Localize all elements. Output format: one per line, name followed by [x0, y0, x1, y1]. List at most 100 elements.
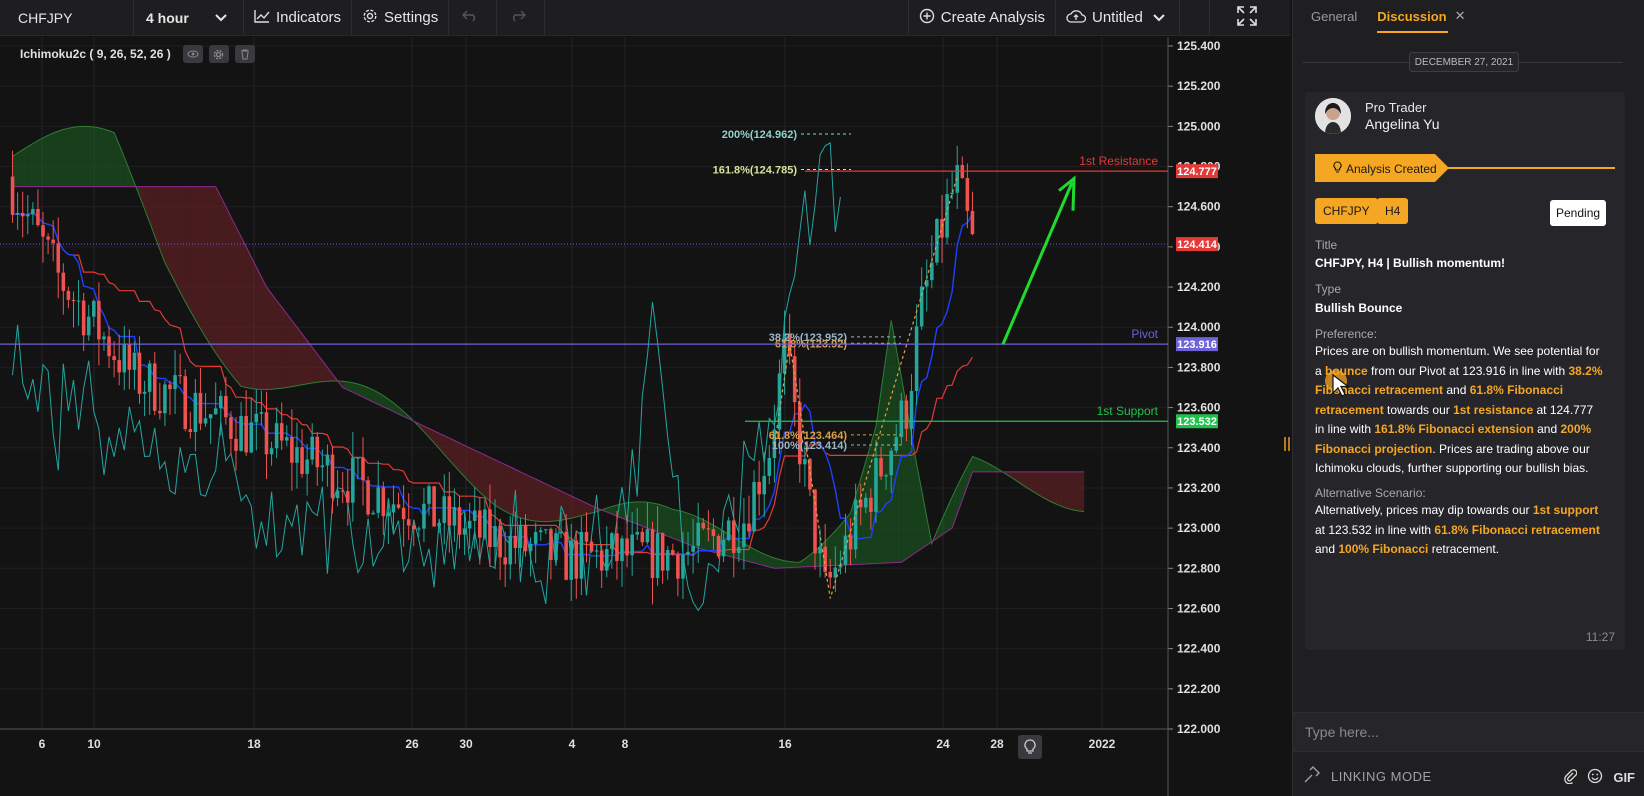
candle-body [335, 490, 340, 499]
interval-selector[interactable]: 4 hour [134, 0, 244, 36]
fullscreen-icon [1237, 5, 1263, 30]
candle-body [239, 416, 243, 451]
candle-body [92, 300, 96, 317]
panel-resize-handle[interactable] [1284, 437, 1290, 451]
candle-body [599, 550, 604, 571]
y-tick-label: 123.000 [1177, 521, 1221, 535]
price-tag-value: 123.916 [1177, 339, 1217, 351]
undo-button[interactable] [449, 0, 498, 36]
candle-body [320, 465, 325, 468]
price-chart[interactable]: 6 10 18 26 30 4 8 16 24 28 2022 125.400 125.200 125.0… [0, 37, 1290, 796]
candle-body [422, 503, 426, 529]
candle-body [229, 417, 233, 439]
app-root: CHFJPY 4 hour Indicators Settings Create… [0, 0, 1644, 796]
candle-body [66, 290, 71, 300]
candle-body [310, 436, 314, 460]
undo-icon [461, 9, 484, 26]
ichimoku-cloud-segment [185, 186, 191, 311]
create-analysis-button[interactable]: Create Analysis [909, 0, 1056, 36]
ichimoku-cloud-segment [230, 216, 237, 381]
ichimoku-cloud-segment [1074, 471, 1080, 512]
y-tick-label: 122.800 [1177, 561, 1221, 575]
candle-body [630, 534, 634, 556]
candle-body [828, 571, 833, 578]
x-tick-label: 18 [247, 737, 261, 751]
ichimoku-cloud-segment [73, 126, 79, 187]
candle-body [376, 487, 381, 513]
emoji-icon[interactable] [1587, 768, 1603, 787]
gear-icon[interactable] [208, 45, 229, 63]
linking-mode-icon[interactable] [1303, 765, 1321, 787]
candle-body [935, 219, 939, 263]
ichimoku-cloud-segment [78, 126, 84, 187]
redo-button[interactable] [497, 0, 546, 36]
x-tick-label: 8 [622, 737, 629, 751]
y-tick-label: 123.200 [1177, 481, 1221, 495]
symbol-label: CHFJPY [18, 9, 73, 26]
ichimoku-cloud-segment [530, 476, 536, 522]
status-badge: Pending [1550, 200, 1607, 226]
create-analysis-label: Create Analysis [940, 9, 1045, 26]
candle-body [869, 497, 873, 512]
candle-body [198, 392, 203, 424]
lightbulb-icon[interactable] [1018, 735, 1042, 759]
ichimoku-cloud-segment [479, 452, 485, 497]
ichimoku-cloud-segment [296, 327, 303, 386]
ichimoku-cloud-segment [540, 481, 546, 522]
candle-body [163, 384, 167, 414]
message-time: 11:27 [1585, 630, 1615, 644]
indicators-button[interactable]: Indicators [244, 0, 353, 36]
candle-body [315, 436, 320, 468]
candle-body [538, 530, 543, 533]
candle-body [56, 243, 61, 273]
indicators-icon [254, 9, 276, 27]
candle-body [508, 535, 513, 565]
ichimoku-cloud-segment [27, 143, 33, 187]
candle-body [650, 529, 655, 578]
message-input[interactable] [1305, 719, 1625, 745]
ichimoku-cloud-segment [642, 501, 648, 529]
close-icon[interactable]: ✕ [1455, 8, 1466, 24]
chart-area[interactable]: 6 10 18 26 30 4 8 16 24 28 2022 125.400 125.200 125.0… [0, 37, 1290, 796]
analysis-created-banner: Analysis Created [1315, 154, 1615, 182]
alternative-segment: retracement. [1428, 542, 1500, 556]
candle-body [747, 523, 751, 532]
trash-icon[interactable] [234, 45, 255, 63]
eye-icon[interactable] [182, 45, 203, 63]
candle-body [137, 352, 142, 394]
ichimoku-cloud-segment [688, 513, 694, 547]
candle-body [81, 300, 86, 336]
layout-selector[interactable]: Untitled [1056, 0, 1180, 36]
paperclip-icon[interactable] [1563, 768, 1578, 787]
candle-body [559, 531, 563, 534]
y-tick-label: 122.600 [1177, 601, 1221, 615]
candle-body [178, 375, 182, 377]
fullscreen-button[interactable] [1210, 0, 1290, 36]
candle-body [884, 475, 888, 477]
tab-general[interactable]: General [1311, 9, 1357, 24]
ichimoku-cloud-segment [281, 307, 287, 389]
author-name: Angelina Yu [1365, 116, 1440, 132]
ichimoku-cloud-segment [1053, 471, 1059, 506]
ichimoku-cloud-segment [520, 471, 526, 520]
gif-button[interactable]: GIF [1613, 770, 1635, 785]
symbol-selector[interactable]: CHFJPY [0, 0, 134, 36]
candle-body [549, 529, 553, 561]
ichimoku-cloud-segment [652, 502, 658, 533]
candle-body [46, 236, 50, 240]
settings-button[interactable]: Settings [352, 0, 450, 36]
preference-highlight: 1st resistance [1453, 402, 1534, 417]
candle-body [478, 510, 482, 538]
x-tick-label: 24 [936, 737, 950, 751]
candle-body [259, 412, 264, 414]
candle-body [25, 214, 30, 217]
linking-mode-label[interactable]: LINKING MODE [1331, 769, 1432, 784]
bottom-bar: LINKING MODE GIF [1293, 756, 1644, 796]
candle-body [498, 526, 502, 558]
tab-discussion[interactable]: Discussion ✕ [1377, 8, 1466, 33]
candle-body [752, 481, 756, 532]
candle-body [640, 531, 645, 543]
ichimoku-cloud-segment [835, 525, 841, 566]
ichimoku-cloud-segment [632, 501, 638, 525]
candle-body [879, 458, 883, 477]
